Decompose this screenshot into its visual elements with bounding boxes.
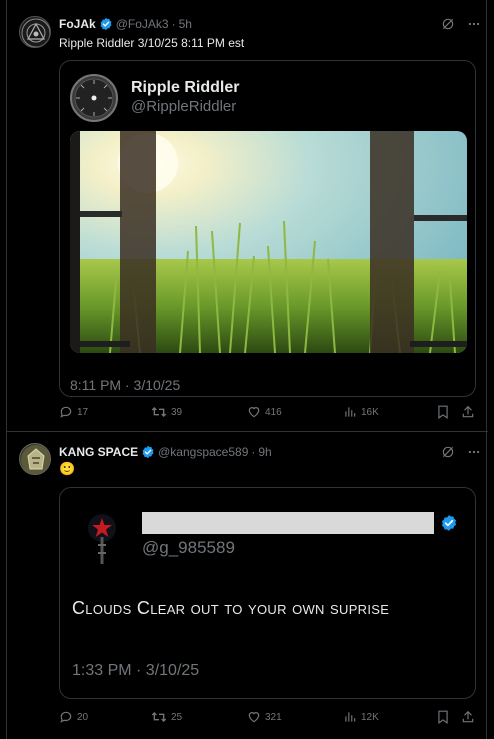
quoted-avatar[interactable] — [70, 74, 118, 122]
quoted-post-card[interactable]: @g_985589 Clouds Clear out to your own s… — [59, 487, 476, 699]
window-grass-photo — [70, 131, 467, 353]
post-header: KANG SPACE @kangspace589 · 9h — [59, 445, 272, 459]
post[interactable]: FoJAk @FoJAk3 · 5h Ripple Riddler 3/10/2… — [7, 0, 488, 432]
post-time[interactable]: 9h — [258, 445, 271, 459]
bookmark-icon — [438, 710, 448, 724]
post-top-actions — [441, 17, 481, 31]
reply-button[interactable]: 17 — [59, 405, 88, 419]
repost-button[interactable]: 25 — [151, 710, 182, 724]
repost-button[interactable]: 39 — [151, 405, 182, 419]
quoted-author-handle[interactable]: @RippleRiddler — [131, 98, 236, 115]
quoted-author-name[interactable]: Ripple Riddler — [131, 79, 239, 97]
more-options-icon[interactable] — [467, 17, 481, 31]
star-tower-icon — [88, 514, 116, 564]
quoted-post-text: Clouds Clear out to your own suprise — [72, 598, 390, 618]
post-actions: 20 25 321 12K — [7, 710, 488, 728]
verified-badge-icon — [142, 445, 154, 459]
views-button[interactable]: 12K — [343, 710, 379, 724]
author-handle[interactable]: @FoJAk3 — [116, 17, 169, 31]
share-icon — [462, 710, 474, 723]
reply-icon — [60, 406, 72, 418]
reply-icon — [60, 711, 72, 723]
quoted-timestamp[interactable]: 8:11 PM · 3/10/25 — [70, 377, 180, 393]
post-text: 🙂 — [59, 461, 76, 476]
avatar[interactable] — [19, 16, 51, 48]
post-time[interactable]: 5h — [179, 17, 192, 31]
grok-icon[interactable] — [441, 445, 455, 459]
repost-icon — [151, 712, 167, 722]
heart-icon — [248, 712, 260, 723]
clock-icon — [74, 78, 114, 118]
more-options-icon[interactable] — [467, 445, 481, 459]
avatar[interactable] — [19, 443, 51, 475]
verified-badge-icon — [441, 515, 457, 531]
reply-button[interactable]: 20 — [59, 710, 88, 724]
author-name[interactable]: KANG SPACE — [59, 445, 138, 459]
bookmark-button[interactable] — [437, 405, 449, 419]
like-count: 321 — [265, 711, 282, 723]
emblem-icon — [21, 18, 50, 47]
author-name[interactable]: FoJAk — [59, 17, 96, 31]
analytics-icon — [345, 712, 356, 722]
quoted-avatar[interactable] — [80, 510, 124, 566]
redacted-name-bar — [142, 512, 434, 534]
view-count: 12K — [361, 711, 379, 723]
analytics-icon — [345, 407, 356, 417]
like-button[interactable]: 416 — [247, 405, 282, 419]
views-button[interactable]: 16K — [343, 405, 379, 419]
post[interactable]: KANG SPACE @kangspace589 · 9h 🙂 @g_98558… — [7, 433, 488, 739]
post-header: FoJAk @FoJAk3 · 5h — [59, 17, 192, 31]
quoted-post-card[interactable]: Ripple Riddler @RippleRiddler 8:11 PM · … — [59, 60, 476, 397]
separator: · — [251, 445, 256, 459]
share-icon — [462, 405, 474, 418]
post-image[interactable] — [70, 131, 467, 353]
post-actions: 17 39 416 16K — [7, 405, 488, 423]
post-top-actions — [441, 445, 481, 459]
bookmark-button[interactable] — [437, 710, 449, 724]
repost-icon — [151, 407, 167, 417]
like-button[interactable]: 321 — [247, 710, 282, 724]
post-text: Ripple Riddler 3/10/25 8:11 PM est — [59, 36, 245, 50]
grok-icon[interactable] — [441, 17, 455, 31]
timeline: FoJAk @FoJAk3 · 5h Ripple Riddler 3/10/2… — [6, 0, 488, 739]
repost-count: 25 — [171, 711, 183, 723]
bookmark-icon — [438, 405, 448, 419]
share-button[interactable] — [461, 710, 475, 724]
heart-icon — [248, 407, 260, 418]
quoted-author-handle[interactable]: @g_985589 — [142, 538, 235, 558]
like-count: 416 — [265, 406, 282, 418]
reply-count: 20 — [77, 711, 89, 723]
verified-badge-icon — [100, 17, 112, 31]
author-handle[interactable]: @kangspace589 — [158, 445, 248, 459]
separator: · — [171, 17, 176, 31]
quoted-timestamp[interactable]: 1:33 PM · 3/10/25 — [72, 662, 199, 680]
view-count: 16K — [361, 406, 379, 418]
emblem-icon — [21, 445, 50, 474]
share-button[interactable] — [461, 405, 475, 419]
repost-count: 39 — [171, 406, 183, 418]
reply-count: 17 — [77, 406, 89, 418]
